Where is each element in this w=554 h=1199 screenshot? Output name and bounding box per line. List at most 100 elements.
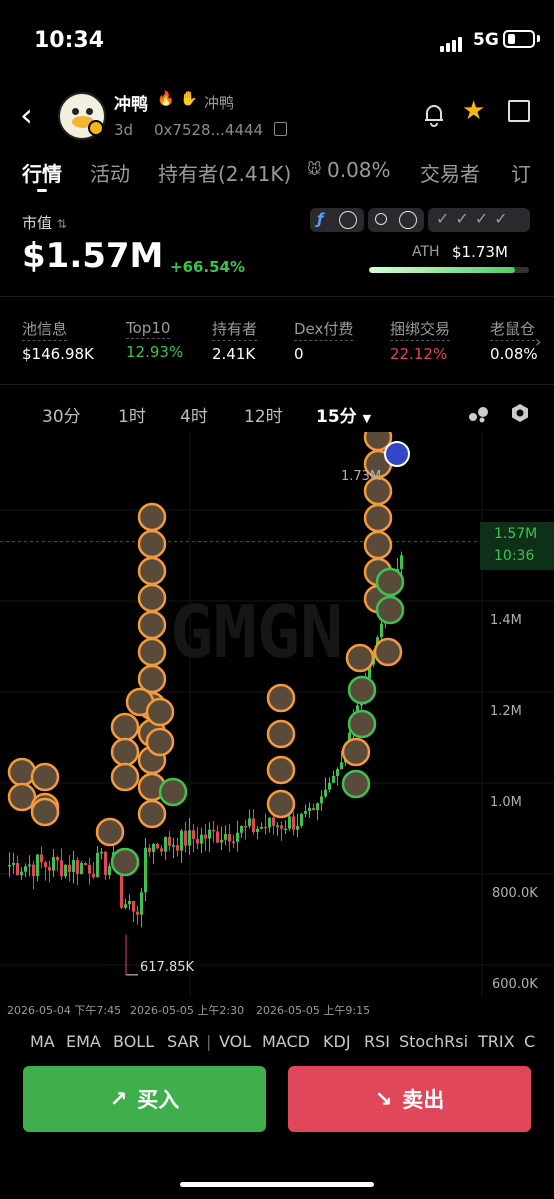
fire-icon: 🔥 — [157, 91, 175, 107]
token-address[interactable]: 0x7528...4444 — [154, 121, 263, 139]
cube-icon[interactable] — [399, 211, 417, 229]
trader-avatar-marker — [137, 610, 167, 640]
interval-15m[interactable]: 15分 ▼ — [316, 402, 371, 427]
candle-body — [320, 796, 323, 804]
candle-body — [124, 904, 127, 908]
indicator-kdj[interactable]: KDJ — [323, 1032, 351, 1051]
divider — [0, 296, 554, 297]
bubbles-icon[interactable] — [466, 404, 490, 424]
interval-12h[interactable]: 12时 — [244, 402, 283, 427]
indicator-more[interactable]: C — [524, 1032, 535, 1051]
indicator-ma[interactable]: MA — [30, 1032, 55, 1051]
trader-avatar-marker — [363, 503, 393, 533]
sell-button[interactable]: ↘ 卖出 — [288, 1066, 531, 1132]
candle-body — [96, 852, 99, 877]
candle-body — [260, 826, 263, 829]
settings-icon[interactable] — [510, 403, 530, 423]
candle-body — [40, 854, 43, 863]
candle-body — [300, 813, 303, 826]
candle-body — [60, 860, 63, 877]
candle-body — [272, 817, 275, 826]
candle-body — [196, 838, 199, 844]
battery-tip — [537, 35, 540, 42]
x-tick: 2026-05-05 上午9:15 — [256, 1004, 371, 1017]
audit-checks-chip[interactable]: ✓✓✓✓ — [428, 208, 530, 232]
candle-body — [156, 844, 159, 849]
indicator-sar[interactable]: SAR — [167, 1032, 200, 1051]
candle-body — [216, 831, 219, 843]
interval-30m[interactable]: 30分 — [42, 402, 81, 427]
candle-body — [324, 789, 327, 797]
search-icon[interactable] — [375, 213, 387, 225]
tab-traders[interactable]: 交易者 — [420, 158, 480, 187]
search-chip[interactable] — [368, 208, 424, 232]
arrow-up-right-icon: ↗ — [109, 1087, 128, 1111]
stat-pool[interactable]: 池信息 $146.98K — [22, 318, 94, 363]
favorite-star-icon[interactable]: ★ — [462, 96, 485, 126]
price-chart[interactable]: GMGN — [0, 432, 554, 997]
candle-body — [304, 811, 307, 814]
candle-body — [268, 817, 271, 828]
indicator-vol[interactable]: VOL — [219, 1032, 251, 1051]
tab-orders[interactable]: 订 — [511, 158, 531, 187]
candle-body — [120, 873, 123, 908]
battery-icon — [503, 30, 535, 48]
trader-avatar-marker — [137, 502, 167, 532]
candle-body — [104, 851, 107, 876]
indicator-boll[interactable]: BOLL — [113, 1032, 154, 1051]
candle-body — [84, 863, 87, 866]
candle-body — [240, 826, 243, 833]
indicator-rsi[interactable]: RSI — [364, 1032, 390, 1051]
back-icon[interactable]: ‹ — [20, 96, 33, 134]
stat-top10[interactable]: Top10 12.93% — [126, 318, 183, 361]
interval-4h[interactable]: 4时 — [180, 402, 208, 427]
chevron-right-icon[interactable]: › — [535, 332, 541, 351]
trader-avatar-marker — [341, 769, 371, 799]
trader-avatar-marker — [266, 719, 296, 749]
stat-bundle[interactable]: 捆绑交易 22.12% — [390, 318, 451, 363]
trader-avatar-marker — [375, 567, 405, 597]
candle-body — [204, 834, 207, 839]
indicator-ema[interactable]: EMA — [66, 1032, 101, 1051]
candle-body — [168, 836, 171, 846]
stat-dex-paid[interactable]: Dex付费 0 — [294, 318, 354, 363]
chain-badge-icon — [88, 120, 104, 136]
trader-avatar-marker — [384, 441, 410, 467]
candle-body — [44, 862, 47, 868]
tab-market[interactable]: 行情 — [22, 158, 62, 187]
home-indicator — [180, 1182, 374, 1187]
tab-holders[interactable]: 持有者(2.41K) — [158, 158, 291, 187]
indicator-macd[interactable]: MACD — [262, 1032, 310, 1051]
candle-body — [152, 844, 155, 852]
watermark: GMGN — [170, 590, 343, 674]
stat-holders[interactable]: 持有者 2.41K — [212, 318, 258, 363]
token-age: 3d — [114, 121, 134, 139]
buy-button[interactable]: ↗ 买入 — [23, 1066, 266, 1132]
indicator-stochrsi[interactable]: StochRsi — [399, 1032, 468, 1051]
trader-avatar-marker — [347, 675, 377, 705]
tab-activity[interactable]: 活动 — [90, 158, 130, 187]
share-icon[interactable] — [508, 100, 530, 122]
globe-icon[interactable] — [339, 211, 357, 229]
stat-insider[interactable]: 老鼠仓 0.08% — [490, 318, 538, 363]
trader-avatar-marker — [347, 709, 377, 739]
candle-body — [8, 864, 11, 867]
trader-avatar-marker — [137, 529, 167, 559]
trader-avatar-marker — [266, 683, 296, 713]
candle-body — [400, 555, 403, 569]
candle-body — [148, 847, 151, 852]
trader-avatar-marker — [110, 737, 140, 767]
candle-body — [192, 830, 195, 839]
interval-1h[interactable]: 1时 — [118, 402, 146, 427]
trader-avatar-marker — [345, 643, 375, 673]
candle-body — [12, 863, 15, 865]
trader-avatar-marker — [110, 762, 140, 792]
social-links-chip[interactable]: ƒ — [310, 208, 364, 232]
candle-body — [224, 833, 227, 840]
bell-icon[interactable] — [420, 100, 448, 128]
candle-body — [164, 836, 167, 852]
copy-icon[interactable] — [274, 122, 287, 136]
indicator-trix[interactable]: TRIX — [478, 1032, 515, 1051]
trader-avatar-marker — [266, 755, 296, 785]
trader-avatar-marker — [30, 797, 60, 827]
